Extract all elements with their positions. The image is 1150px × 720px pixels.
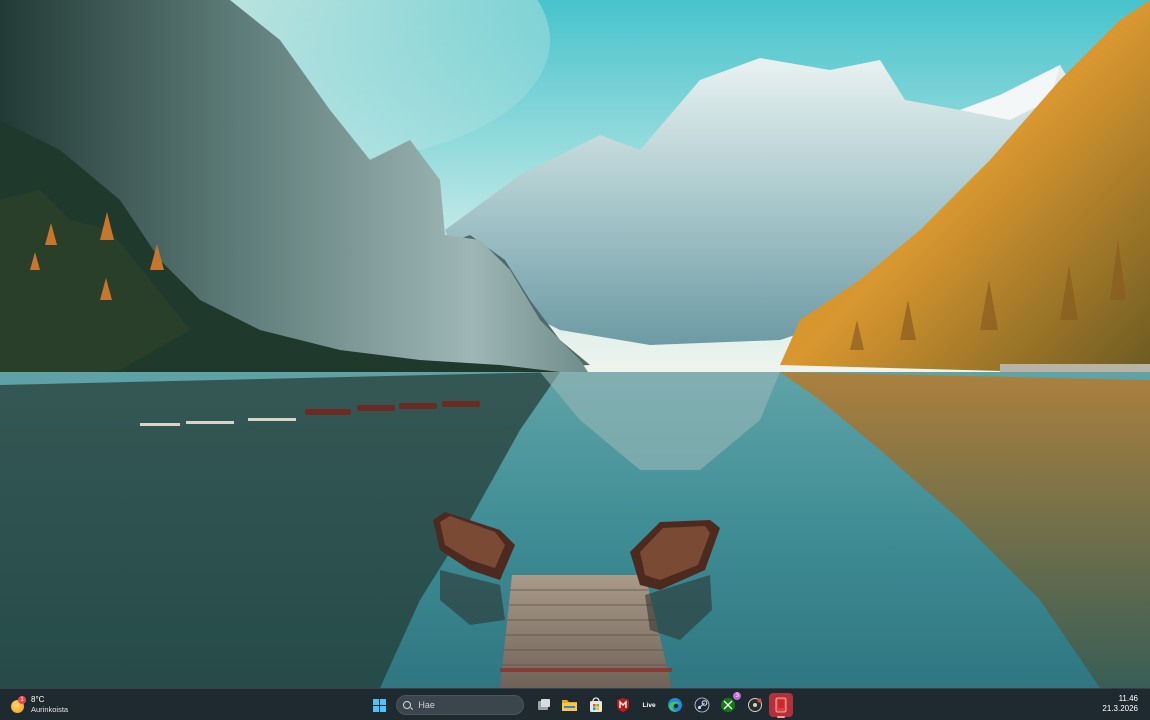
xbox-button[interactable]: 3	[716, 692, 742, 717]
shield-m-icon	[616, 698, 629, 712]
task-view-button[interactable]	[532, 693, 556, 717]
clock-date: 21.3.2026	[1102, 704, 1138, 713]
live-app-button[interactable]: Live	[637, 693, 661, 717]
lake-landscape-image	[0, 0, 1150, 688]
edge-icon	[668, 698, 683, 712]
start-button[interactable]	[367, 693, 391, 717]
search-placeholder: Hae	[418, 700, 435, 710]
xbox-notification-badge: 3	[733, 692, 742, 700]
record-icon	[747, 698, 762, 712]
active-app-button[interactable]	[768, 693, 793, 718]
weather-widget[interactable]: 1 8°C Aurinkoista	[10, 693, 68, 717]
steam-icon	[694, 697, 710, 713]
microsoft-store-button[interactable]	[584, 693, 608, 717]
steam-button[interactable]	[690, 693, 714, 717]
windows-logo-icon	[372, 698, 386, 712]
mcafee-button[interactable]	[611, 693, 635, 717]
weather-condition: Aurinkoista	[31, 705, 69, 714]
live-text-icon: Live	[642, 701, 656, 709]
taskbar: 1 8°C Aurinkoista Hae Live 3 11.46 21.3.…	[0, 688, 1150, 720]
search-icon	[403, 700, 412, 710]
edge-browser-button[interactable]	[663, 693, 687, 717]
red-app-icon	[775, 697, 787, 713]
desktop-wallpaper	[0, 0, 1150, 688]
weather-temperature: 8°C	[31, 695, 45, 704]
taskbar-center: Hae Live 3	[366, 692, 794, 718]
folder-icon	[562, 700, 578, 711]
sunny-weather-icon: 1	[10, 696, 26, 713]
xbox-icon	[721, 698, 736, 712]
weather-text: 8°C Aurinkoista	[31, 695, 68, 715]
taskbar-search-box[interactable]: Hae	[396, 695, 525, 715]
music-app-button[interactable]	[743, 693, 767, 717]
task-view-icon	[537, 699, 550, 710]
file-explorer-button[interactable]	[558, 693, 582, 717]
system-clock[interactable]: 11.46 21.3.2026	[1102, 694, 1138, 714]
weather-alert-badge: 1	[18, 696, 26, 704]
clock-time: 11.46	[1118, 694, 1138, 703]
store-icon	[590, 697, 603, 712]
